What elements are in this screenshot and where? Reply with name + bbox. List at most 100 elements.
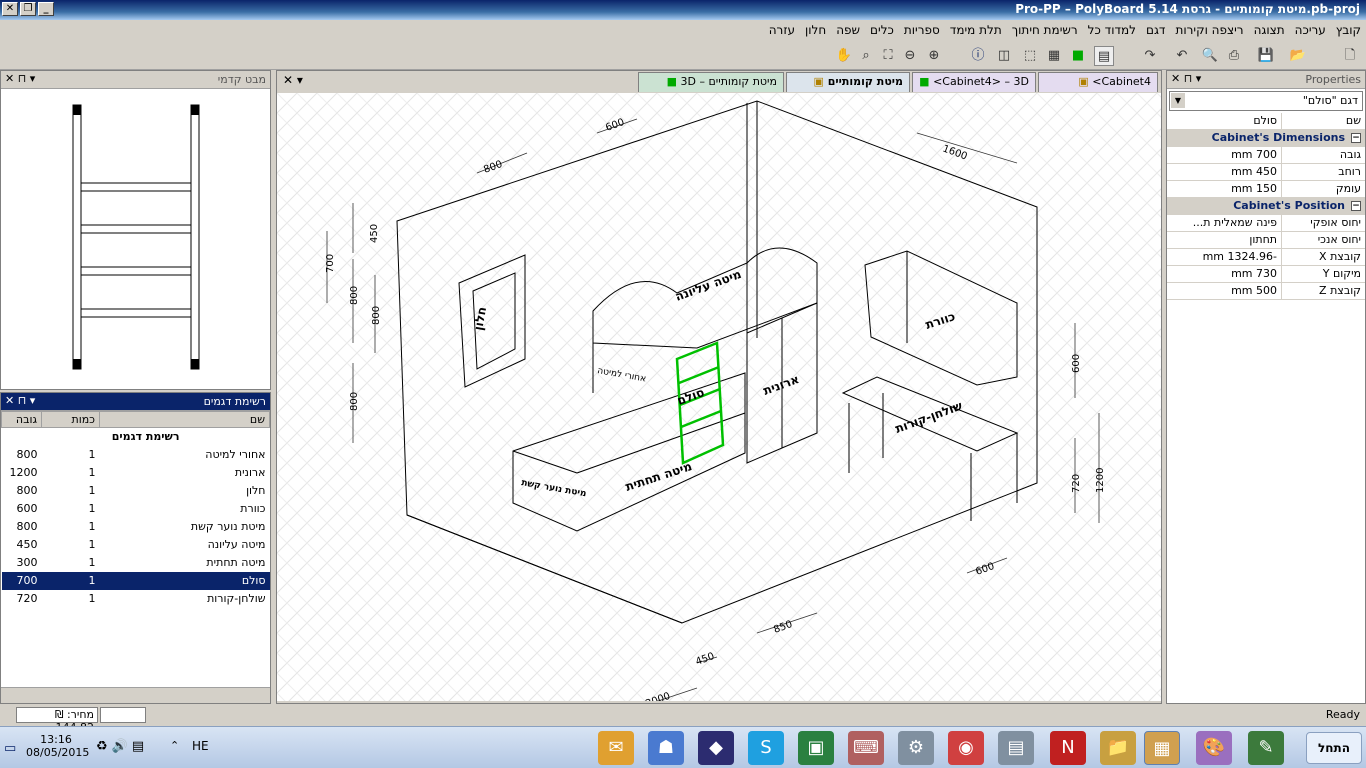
network-icon[interactable]: ☗ bbox=[648, 731, 684, 765]
table-row[interactable]: מיטה עליונה 1 450 bbox=[2, 536, 270, 554]
3d-viewport[interactable]: ✕ ▾ מיטה עליונה מיטה תחתית מיטת נוער קשת… bbox=[276, 70, 1162, 726]
chrome-icon[interactable]: ◉ bbox=[948, 731, 984, 765]
table-row[interactable]: כוורת 1 600 bbox=[2, 500, 270, 518]
print-icon[interactable]: ⎙ bbox=[1224, 46, 1244, 66]
prop-row[interactable]: קובצת Z 500 mm bbox=[1167, 283, 1365, 300]
tools-icon[interactable]: ⚙ bbox=[898, 731, 934, 765]
visual-studio-icon[interactable]: ◆ bbox=[698, 731, 734, 765]
cell-name: אחורי למיטה bbox=[205, 448, 266, 461]
wireframe-icon[interactable]: ◫ bbox=[994, 46, 1014, 66]
menu-item[interactable]: רשימת חיתוך bbox=[1007, 20, 1083, 40]
tray-icons[interactable]: ♻🔊▤ bbox=[96, 739, 148, 754]
col-height[interactable]: גובה bbox=[1, 411, 42, 428]
pan-hand-icon[interactable]: ✋ bbox=[834, 46, 854, 66]
table-row[interactable]: ארונית 1 1200 bbox=[2, 464, 270, 482]
col-name[interactable]: שם bbox=[99, 411, 270, 428]
menu-item[interactable]: למדוד כל bbox=[1083, 20, 1141, 40]
model-select[interactable]: דגם "סולם" ▼ bbox=[1169, 91, 1363, 111]
language-indicator[interactable]: HE bbox=[192, 739, 209, 753]
calculator-icon[interactable]: ▤ bbox=[998, 731, 1034, 765]
prop-row[interactable]: רוחב 450 mm bbox=[1167, 164, 1365, 181]
prop-row[interactable]: יחוס אנכי תחתון bbox=[1167, 232, 1365, 249]
zoom-out-icon[interactable]: ⊖ bbox=[900, 46, 920, 66]
front-view-header: מבט קדמי ✕ ⊓ ▾ bbox=[1, 71, 270, 89]
dimensions-section[interactable]: − Cabinet's Dimensions bbox=[1167, 130, 1365, 147]
app-n-icon[interactable]: N bbox=[1050, 731, 1086, 765]
restore-icon[interactable]: ❐ bbox=[20, 2, 36, 16]
table-row[interactable]: חלון 1 800 bbox=[2, 482, 270, 500]
app-active-icon[interactable]: ▦ bbox=[1144, 731, 1180, 765]
prop-row[interactable]: מיקום Y 730 mm bbox=[1167, 266, 1365, 283]
zoom-fit-icon[interactable]: ⛶ bbox=[878, 46, 898, 66]
prop-name-row[interactable]: שם סולם bbox=[1167, 113, 1365, 130]
zoom-window-icon[interactable]: ⌕ bbox=[856, 46, 876, 66]
tab-bunk-bed-3d[interactable]: מיטת קומותיים – 3D ■ bbox=[638, 72, 784, 92]
view-3d-icon[interactable]: ⬚ bbox=[1020, 46, 1040, 66]
start-button[interactable]: התחל bbox=[1306, 732, 1362, 764]
status-bar: מחיר: ₪ 144.82 Ready bbox=[0, 704, 1366, 734]
prop-row[interactable]: עומק 150 mm bbox=[1167, 181, 1365, 198]
position-section[interactable]: − Cabinet's Position bbox=[1167, 198, 1365, 215]
close-icon[interactable]: ✕ bbox=[2, 2, 18, 16]
prop-row[interactable]: קובצת X -1324.96 mm bbox=[1167, 249, 1365, 266]
table-row[interactable]: סולם 1 700 bbox=[1, 571, 270, 590]
tray-expand-icon[interactable]: ⌃ bbox=[170, 739, 179, 752]
menu-item[interactable]: עריכה bbox=[1290, 20, 1331, 40]
menu-item[interactable]: תלת מימד bbox=[945, 20, 1007, 40]
menu-item[interactable]: שפה bbox=[831, 20, 865, 40]
tab-cabinet4[interactable]: Cabinet4> ▣ bbox=[1038, 72, 1158, 92]
menu-item[interactable]: תצוגה bbox=[1249, 20, 1290, 40]
open-icon[interactable]: 📂 bbox=[1288, 46, 1308, 66]
keyboard-icon[interactable]: ⌨ bbox=[848, 731, 884, 765]
cell-height: 300 bbox=[16, 556, 38, 569]
desktop-icon[interactable]: ▭ bbox=[4, 741, 16, 756]
zoom-in-icon[interactable]: ⊕ bbox=[924, 46, 944, 66]
cell-qty: 1 bbox=[88, 592, 96, 605]
cell-height: 800 bbox=[16, 520, 38, 533]
menu-item[interactable]: קובץ bbox=[1331, 20, 1366, 40]
tab-cabinet4-3d[interactable]: Cabinet4> – 3D> ■ bbox=[912, 72, 1036, 92]
preview-icon[interactable]: 🔍 bbox=[1200, 46, 1220, 66]
info-icon[interactable]: ⓘ bbox=[968, 46, 988, 66]
menu-item[interactable]: חלון bbox=[800, 20, 831, 40]
cell-name: כוורת bbox=[240, 502, 266, 515]
paint-icon[interactable]: 🎨 bbox=[1196, 731, 1232, 765]
app-polyboard-icon[interactable]: ✎ bbox=[1248, 731, 1284, 765]
menu-item[interactable]: ספריות bbox=[899, 20, 945, 40]
cell-qty: 1 bbox=[88, 502, 96, 515]
front-view-panel: מבט קדמי ✕ ⊓ ▾ bbox=[0, 70, 271, 390]
undo-icon[interactable]: ↶ bbox=[1172, 46, 1192, 66]
menu-item[interactable]: כלים bbox=[865, 20, 899, 40]
panel-controls[interactable]: ✕ ⊓ ▾ bbox=[1171, 72, 1201, 85]
horizontal-scrollbar[interactable] bbox=[1, 687, 270, 703]
panel-controls[interactable]: ✕ ⊓ ▾ bbox=[5, 394, 35, 407]
minimize-icon[interactable]: _ bbox=[38, 2, 54, 16]
panel-controls[interactable]: ✕ ⊓ ▾ bbox=[5, 72, 35, 85]
new-icon[interactable]: 🗋 bbox=[1340, 46, 1360, 66]
tab-bunk-bed[interactable]: מיטת קומותיים ▣ bbox=[786, 72, 910, 92]
menu-item[interactable]: דגם bbox=[1141, 20, 1170, 40]
view-2d-icon[interactable]: ▦ bbox=[1044, 46, 1064, 66]
table-row[interactable]: אחורי למיטה 1 800 bbox=[2, 446, 270, 464]
clock[interactable]: 13:16 08/05/2015 bbox=[26, 733, 89, 759]
menu-item[interactable]: ריצפה וקירות bbox=[1170, 20, 1248, 40]
room-3d-drawing[interactable]: מיטה עליונה מיטה תחתית מיטת נוער קשת אחו… bbox=[277, 93, 1161, 726]
menu-item[interactable]: עזרה bbox=[764, 20, 800, 40]
properties-icon[interactable]: ▤ bbox=[1094, 46, 1114, 66]
prop-row[interactable]: יחוס אופקי פינה שמאלית ת... bbox=[1167, 215, 1365, 232]
box-icon[interactable]: ■ bbox=[1068, 46, 1088, 66]
app-green-icon[interactable]: ▣ bbox=[798, 731, 834, 765]
table-row[interactable]: מיטה תחתית 1 300 bbox=[2, 554, 270, 572]
col-qty[interactable]: כמות bbox=[41, 411, 100, 428]
outlook-icon[interactable]: ✉ bbox=[598, 731, 634, 765]
cell-height: 1200 bbox=[9, 466, 38, 479]
prop-row[interactable]: גובה 700 mm bbox=[1167, 147, 1365, 164]
table-row[interactable]: מיטת נוער קשת 1 800 bbox=[2, 518, 270, 536]
redo-icon[interactable]: ↷ bbox=[1140, 46, 1160, 66]
table-row[interactable]: שולחן-קורות 1 720 bbox=[2, 590, 270, 608]
skype-icon[interactable]: S bbox=[748, 731, 784, 765]
viewport-controls[interactable]: ✕ ▾ bbox=[283, 73, 303, 87]
chevron-down-icon[interactable]: ▼ bbox=[1171, 93, 1185, 108]
explorer-icon[interactable]: 📁 bbox=[1100, 731, 1136, 765]
save-icon[interactable]: 💾 bbox=[1256, 46, 1276, 66]
